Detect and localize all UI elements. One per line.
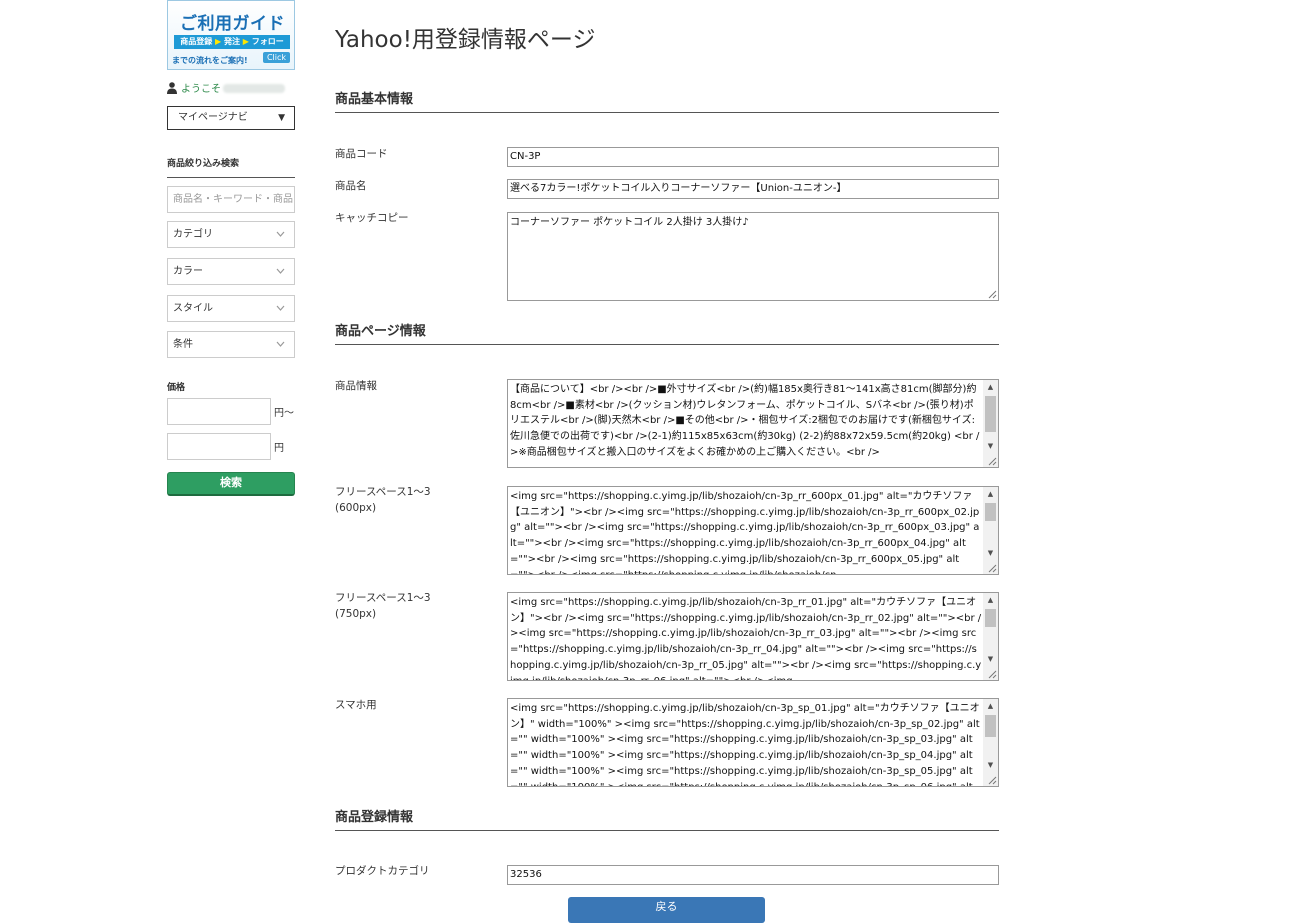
catch-copy-textarea[interactable]: コーナーソファー ポケットコイル 2人掛け 3人掛け♪ bbox=[507, 212, 999, 301]
user-name-blurred bbox=[223, 84, 285, 93]
price-max-input[interactable] bbox=[167, 433, 271, 460]
filter-divider bbox=[167, 177, 295, 178]
keyword-search-input[interactable]: 商品名・キーワード・商品 bbox=[167, 186, 295, 213]
chevron-down-icon bbox=[276, 231, 285, 237]
user-icon bbox=[167, 82, 177, 94]
color-select[interactable]: カラー bbox=[167, 258, 295, 285]
free-space-600-label-size: (600px) bbox=[335, 502, 377, 514]
product-name-field[interactable]: 選べる7カラー!ポケットコイル入りコーナーソファー【Union-ユニオン-】 bbox=[507, 179, 999, 199]
free-space-750-label-size: (750px) bbox=[335, 608, 377, 620]
resize-grip-icon[interactable] bbox=[986, 562, 997, 573]
free-space-600-label: フリースペース1〜3 (600px) bbox=[335, 484, 431, 516]
welcome-message: ようこそ bbox=[167, 80, 285, 95]
price-max-unit: 円 bbox=[274, 443, 284, 454]
product-info-label: 商品情報 bbox=[335, 380, 377, 392]
category-select-label: カテゴリ bbox=[173, 229, 213, 240]
scroll-down-icon[interactable]: ▼ bbox=[983, 758, 998, 772]
condition-select-label: 条件 bbox=[173, 339, 193, 350]
smartphone-textarea[interactable]: <img src="https://shopping.c.yimg.jp/lib… bbox=[507, 698, 999, 787]
free-space-600-text: <img src="https://shopping.c.yimg.jp/lib… bbox=[510, 491, 980, 574]
banner-arrow-icon: ▶ bbox=[242, 37, 249, 46]
free-space-750-label-main: フリースペース1〜3 bbox=[335, 592, 431, 604]
scroll-down-icon[interactable]: ▼ bbox=[983, 652, 998, 666]
scroll-down-icon[interactable]: ▼ bbox=[983, 546, 998, 560]
banner-step-register: 商品登録 bbox=[180, 37, 213, 46]
back-button[interactable]: 戻る bbox=[568, 897, 765, 923]
scroll-up-icon[interactable]: ▲ bbox=[983, 380, 998, 394]
product-info-textarea[interactable]: 【商品について】<br /><br />■外寸サイズ<br />(約)幅185x… bbox=[507, 379, 999, 468]
resize-grip-icon[interactable] bbox=[986, 288, 997, 299]
price-min-unit: 円〜 bbox=[274, 408, 294, 419]
mypage-navi-label: マイページナビ bbox=[178, 112, 248, 123]
category-select[interactable]: カテゴリ bbox=[167, 221, 295, 248]
filter-title: 商品絞り込み検索 bbox=[167, 159, 240, 169]
scroll-thumb[interactable] bbox=[985, 609, 996, 627]
product-name-label: 商品名 bbox=[335, 180, 367, 192]
mypage-navi-select[interactable]: マイページナビ ▼ bbox=[167, 106, 295, 130]
scroll-up-icon[interactable]: ▲ bbox=[983, 593, 998, 607]
smartphone-label: スマホ用 bbox=[335, 699, 377, 711]
product-category-label: プロダクトカテゴリ bbox=[335, 865, 430, 877]
color-select-label: カラー bbox=[173, 266, 203, 277]
scroll-up-icon[interactable]: ▲ bbox=[983, 487, 998, 501]
section-title-page-info: 商品ページ情報 bbox=[335, 324, 426, 339]
free-space-600-scrollbar[interactable]: ▲ ▼ bbox=[983, 487, 998, 574]
product-code-field[interactable]: CN-3P bbox=[507, 147, 999, 167]
resize-grip-icon[interactable] bbox=[986, 455, 997, 466]
keyword-placeholder: 商品名・キーワード・商品 bbox=[173, 194, 293, 205]
condition-select[interactable]: 条件 bbox=[167, 331, 295, 358]
smartphone-scrollbar[interactable]: ▲ ▼ bbox=[983, 699, 998, 786]
banner-step-follow: フォロー bbox=[251, 37, 284, 46]
search-button[interactable]: 検索 bbox=[167, 472, 295, 496]
section-divider bbox=[335, 344, 999, 345]
product-info-scrollbar[interactable]: ▲ ▼ bbox=[983, 380, 998, 467]
resize-grip-icon[interactable] bbox=[986, 774, 997, 785]
chevron-down-icon bbox=[276, 341, 285, 347]
banner-click-badge[interactable]: Click bbox=[262, 52, 290, 63]
scroll-down-icon[interactable]: ▼ bbox=[983, 439, 998, 453]
resize-grip-icon[interactable] bbox=[986, 668, 997, 679]
style-select-label: スタイル bbox=[173, 303, 213, 314]
banner-arrow-icon: ▶ bbox=[215, 37, 222, 46]
chevron-down-icon bbox=[276, 305, 285, 311]
style-select[interactable]: スタイル bbox=[167, 295, 295, 322]
free-space-750-label: フリースペース1〜3 (750px) bbox=[335, 590, 431, 622]
catch-copy-label: キャッチコピー bbox=[335, 212, 409, 224]
product-info-text: 【商品について】<br /><br />■外寸サイズ<br />(約)幅185x… bbox=[510, 384, 980, 458]
catch-copy-text: コーナーソファー ポケットコイル 2人掛け 3人掛け♪ bbox=[510, 217, 749, 228]
scroll-up-icon[interactable]: ▲ bbox=[983, 699, 998, 713]
page-title: Yahoo!用登録情報ページ bbox=[335, 27, 596, 53]
free-space-600-label-main: フリースペース1〜3 bbox=[335, 486, 431, 498]
product-code-label: 商品コード bbox=[335, 148, 388, 160]
scroll-thumb[interactable] bbox=[985, 503, 996, 521]
price-min-input[interactable] bbox=[167, 398, 271, 425]
banner-strip: 商品登録 ▶ 発注 ▶ フォロー bbox=[174, 35, 290, 49]
section-title-basic: 商品基本情報 bbox=[335, 92, 414, 107]
banner-footer-text: までの流れをご案内! bbox=[172, 56, 248, 65]
smartphone-text: <img src="https://shopping.c.yimg.jp/lib… bbox=[510, 703, 980, 786]
guide-banner[interactable]: ご利用ガイド 商品登録 ▶ 発注 ▶ フォロー までの流れをご案内! Click bbox=[167, 0, 295, 70]
banner-step-order: 発注 bbox=[224, 37, 240, 46]
free-space-750-textarea[interactable]: <img src="https://shopping.c.yimg.jp/lib… bbox=[507, 592, 999, 681]
banner-title: ご利用ガイド bbox=[180, 14, 285, 34]
free-space-600-textarea[interactable]: <img src="https://shopping.c.yimg.jp/lib… bbox=[507, 486, 999, 575]
product-category-field[interactable]: 32536 bbox=[507, 865, 999, 885]
free-space-750-text: <img src="https://shopping.c.yimg.jp/lib… bbox=[510, 597, 982, 680]
section-title-registration: 商品登録情報 bbox=[335, 810, 414, 825]
welcome-text: ようこそ bbox=[181, 84, 221, 95]
chevron-down-icon bbox=[276, 268, 285, 274]
section-divider bbox=[335, 830, 999, 831]
caret-down-icon: ▼ bbox=[278, 113, 285, 123]
scroll-thumb[interactable] bbox=[985, 715, 996, 737]
section-divider bbox=[335, 112, 999, 113]
price-label: 価格 bbox=[167, 383, 186, 393]
scroll-thumb[interactable] bbox=[985, 396, 996, 432]
free-space-750-scrollbar[interactable]: ▲ ▼ bbox=[983, 593, 998, 680]
